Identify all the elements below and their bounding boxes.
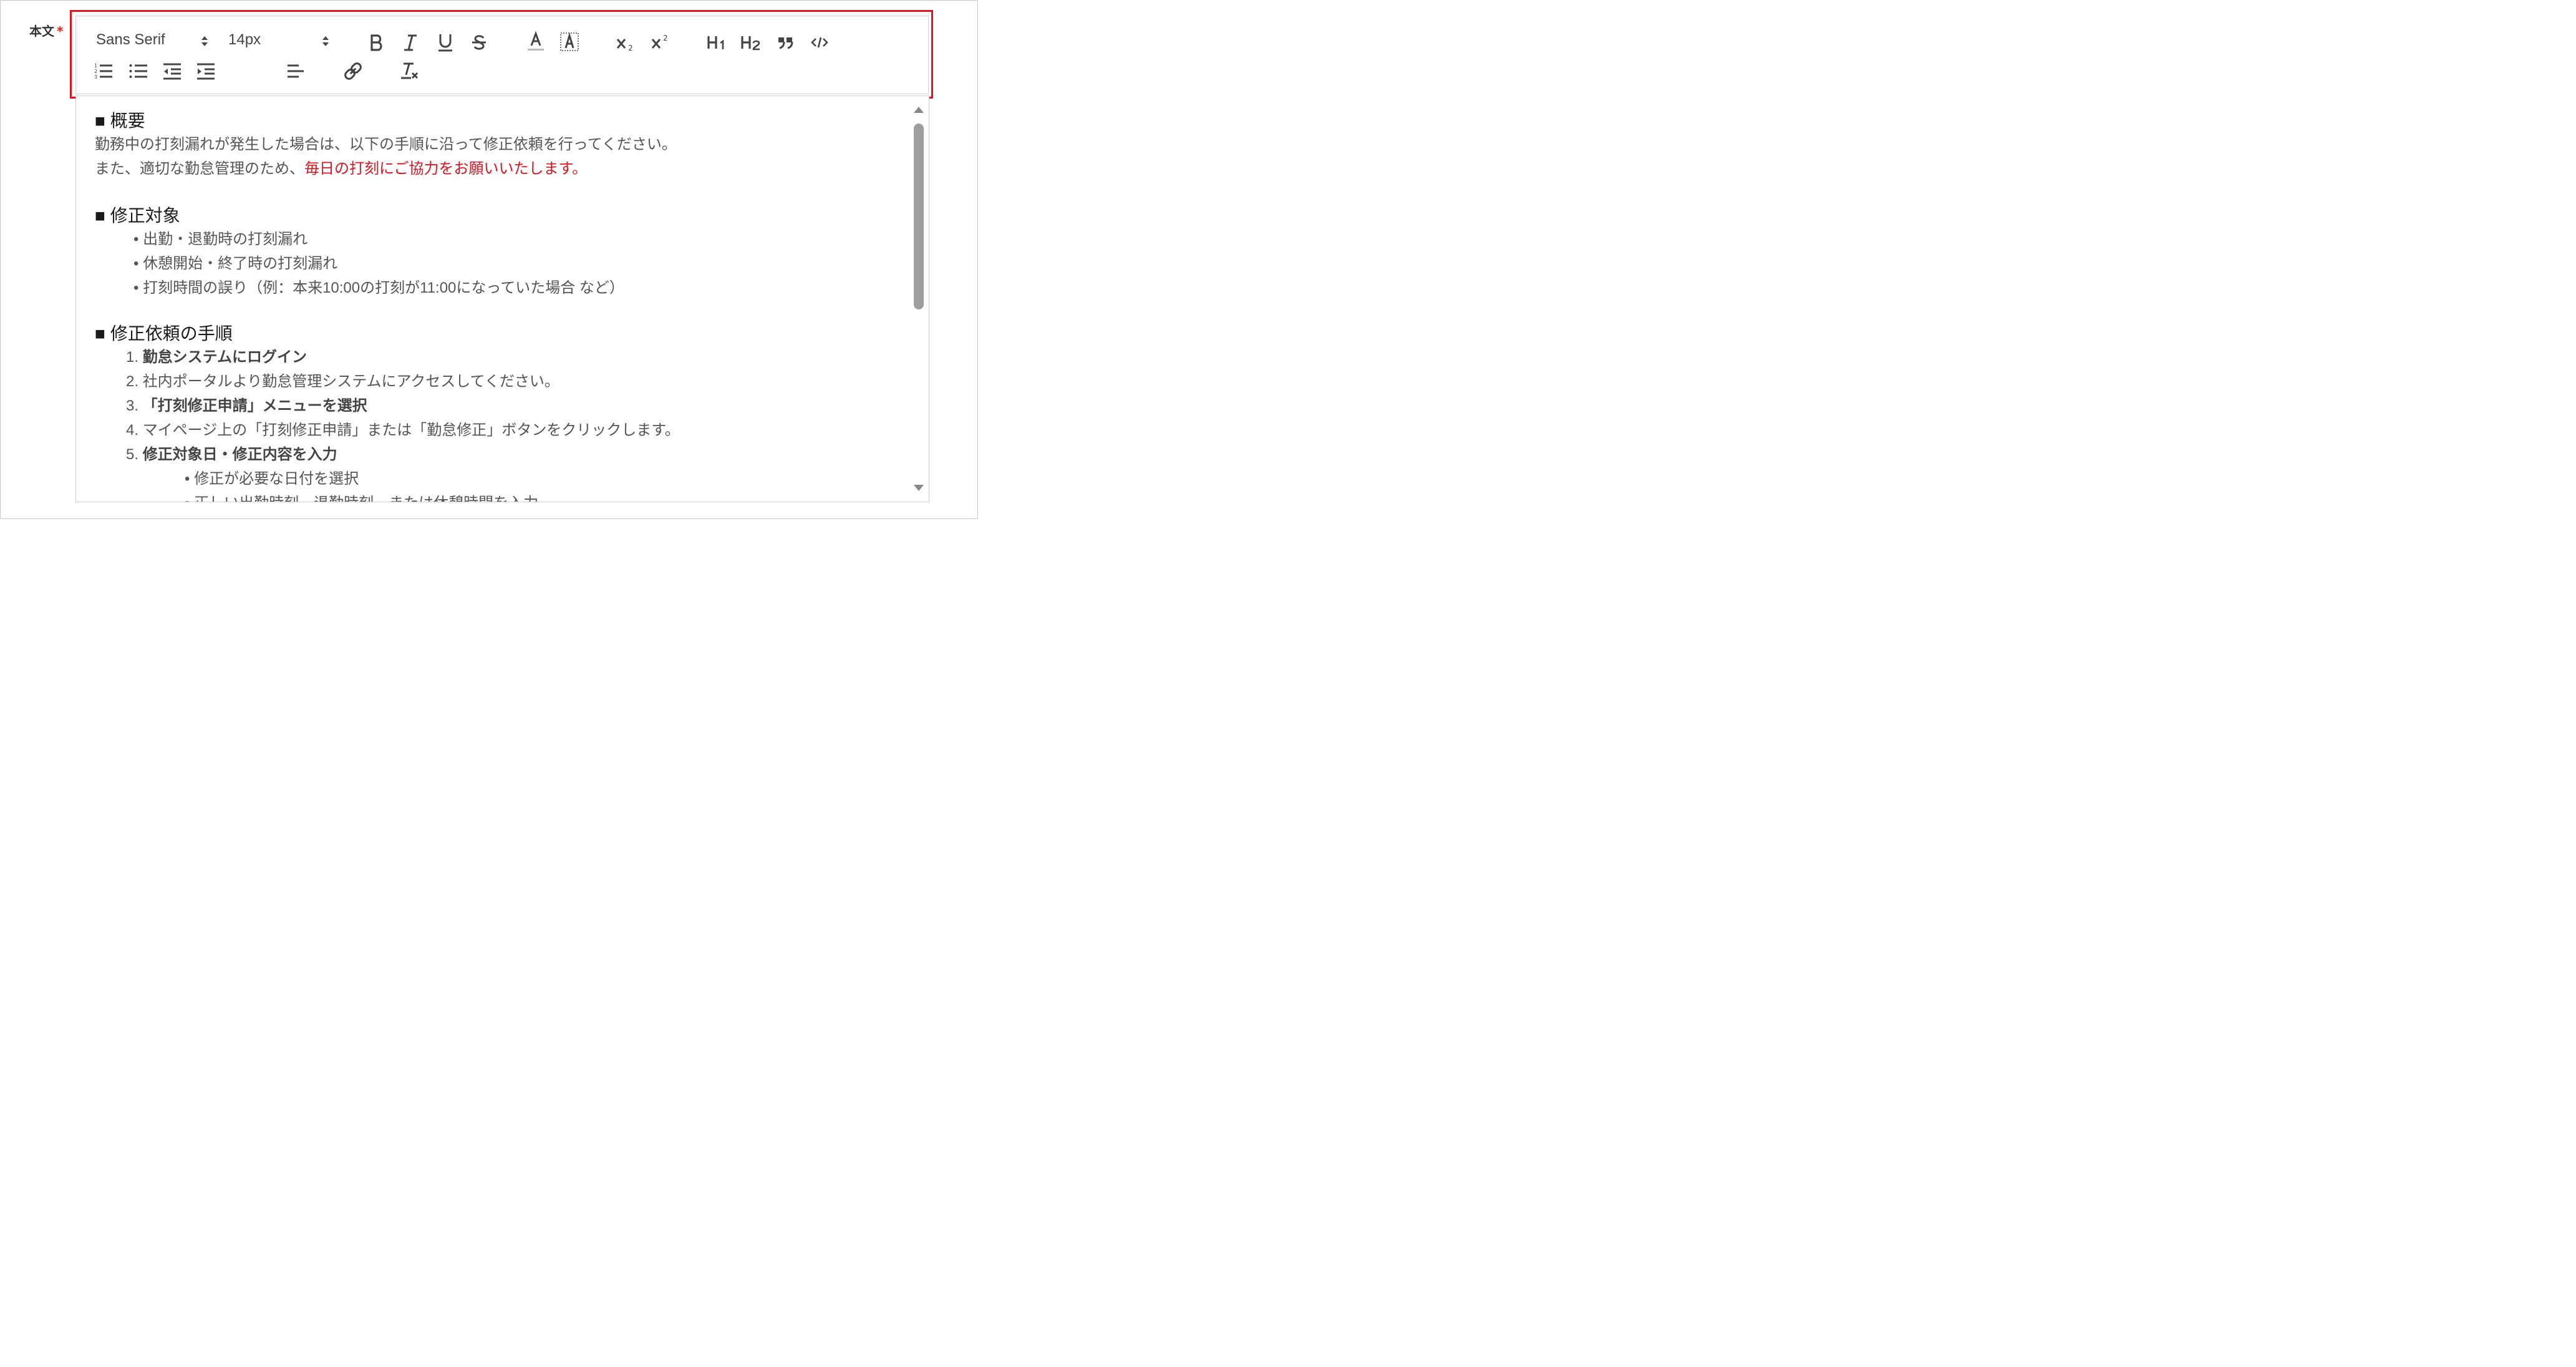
list-item: 2. 社内ポータルより勤怠管理システムにアクセスしてください。 bbox=[95, 369, 904, 394]
step-number: 2. bbox=[126, 373, 139, 390]
editor-content-area[interactable]: ■ 概要 勤務中の打刻漏れが発生した場合は、以下の手順に沿って修正依頼を行ってく… bbox=[75, 95, 929, 502]
section-heading-targets: ■ 修正対象 bbox=[95, 206, 180, 225]
step-number: 4. bbox=[126, 422, 139, 439]
step-text: 勤怠システムにログイン bbox=[142, 349, 307, 366]
list-item: • 出勤・退勤時の打刻漏れ bbox=[133, 231, 308, 248]
scrollbar-thumb[interactable] bbox=[914, 124, 924, 309]
overview-line-2-text: また、適切な勤怠管理のため、 bbox=[95, 160, 304, 177]
list-item: 1. 勤怠システムにログイン bbox=[95, 345, 904, 369]
step-number: 1. bbox=[126, 349, 139, 366]
step-number: 3. bbox=[126, 397, 139, 414]
scroll-up-arrow-icon[interactable] bbox=[913, 105, 924, 114]
scroll-down-arrow-icon[interactable] bbox=[913, 484, 924, 492]
list-item: 3. 「打刻修正申請」メニューを選択 bbox=[95, 394, 904, 418]
step-text: 社内ポータルより勤怠管理システムにアクセスしてください。 bbox=[142, 373, 559, 390]
section-heading-procedure: ■ 修正依頼の手順 bbox=[95, 324, 233, 343]
list-item: • 正しい出勤時刻、退勤時刻、または休憩時間を入力 bbox=[95, 491, 904, 502]
toolbar-highlight-box bbox=[70, 10, 933, 99]
required-mark: * bbox=[57, 24, 64, 39]
list-item: • 休憩開始・終了時の打刻漏れ bbox=[133, 255, 338, 272]
list-item: 4. マイページ上の「打刻修正申請」または「勤怠修正」ボタンをクリックします。 bbox=[95, 418, 904, 442]
list-item: 5. 修正対象日・修正内容を入力 bbox=[95, 442, 904, 467]
editor-frame: 本文 * Sans Serif 14px 2 2 1 2 3 ■ 概要 勤務中の… bbox=[0, 0, 978, 519]
overview-line-1: 勤務中の打刻漏れが発生した場合は、以下の手順に沿って修正依頼を行ってください。 bbox=[95, 136, 677, 153]
list-item: • 打刻時間の誤り（例：本来10:00の打刻が11:00になっていた場合 など） bbox=[133, 280, 624, 296]
section-heading-overview: ■ 概要 bbox=[95, 111, 145, 130]
field-label-text: 本文 bbox=[29, 24, 54, 39]
overview-line-2: また、適切な勤怠管理のため、毎日の打刻にご協力をお願いいたします。 bbox=[95, 157, 904, 181]
field-label: 本文 * bbox=[29, 21, 63, 39]
overview-emphasis-text: 毎日の打刻にご協力をお願いいたします。 bbox=[304, 160, 588, 177]
editor-content: ■ 概要 勤務中の打刻漏れが発生した場合は、以下の手順に沿って修正依頼を行ってく… bbox=[95, 110, 904, 502]
list-item: • 修正が必要な日付を選択 bbox=[185, 470, 359, 487]
step-number: 5. bbox=[126, 446, 139, 463]
step-text: 「打刻修正申請」メニューを選択 bbox=[142, 397, 367, 414]
step-text: 修正対象日・修正内容を入力 bbox=[142, 446, 337, 463]
step-text: マイページ上の「打刻修正申請」または「勤怠修正」ボタンをクリックします。 bbox=[142, 422, 680, 439]
